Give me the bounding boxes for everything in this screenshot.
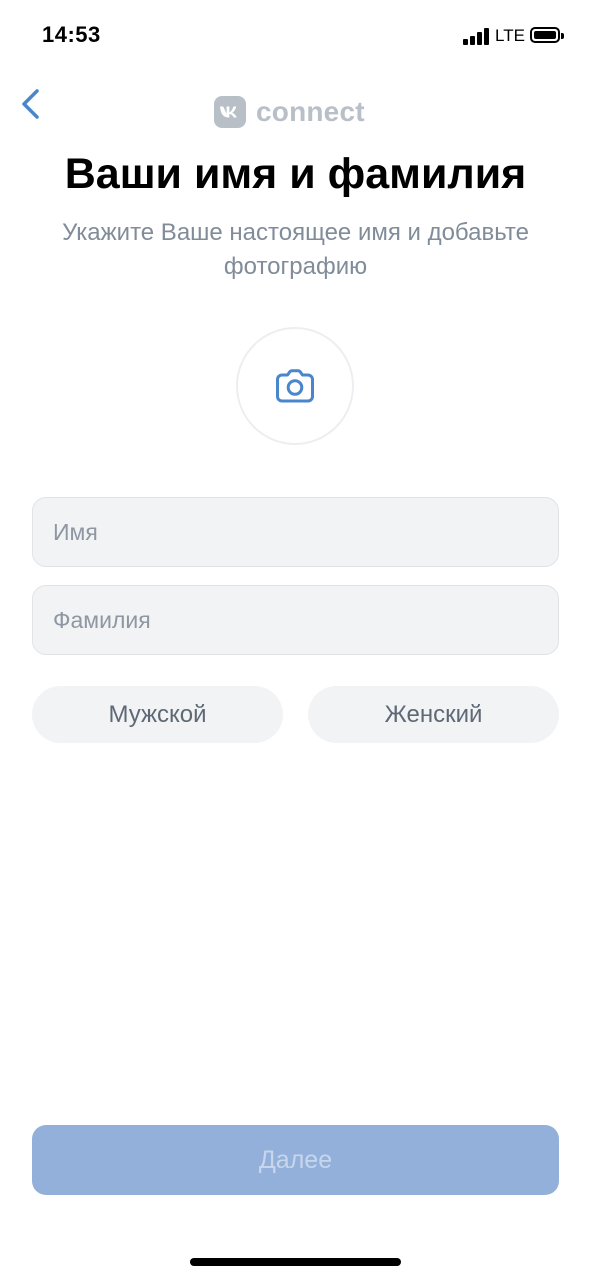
status-bar: 14:53 LTE: [0, 0, 591, 72]
next-button[interactable]: Далее: [32, 1125, 559, 1195]
camera-icon: [276, 369, 314, 403]
first-name-input[interactable]: [32, 497, 559, 567]
gender-male-button[interactable]: Мужской: [32, 686, 283, 743]
gender-female-button[interactable]: Женский: [308, 686, 559, 743]
last-name-input[interactable]: [32, 585, 559, 655]
brand: connect: [214, 95, 365, 129]
back-button[interactable]: [10, 82, 54, 126]
brand-name: connect: [256, 96, 365, 127]
home-indicator: [190, 1258, 401, 1266]
page-subtitle: Укажите Ваше настоящее имя и добавьте фо…: [62, 219, 529, 280]
status-time: 14:53: [42, 22, 101, 47]
page-title: Ваши имя и фамилия: [64, 150, 527, 198]
network-type-label: LTE: [495, 26, 525, 45]
signal-strength-icon: [463, 27, 491, 45]
vk-logo-icon: [214, 96, 246, 128]
chevron-left-icon: [22, 89, 39, 119]
battery-icon: [530, 27, 564, 43]
add-photo-button[interactable]: [236, 327, 354, 445]
